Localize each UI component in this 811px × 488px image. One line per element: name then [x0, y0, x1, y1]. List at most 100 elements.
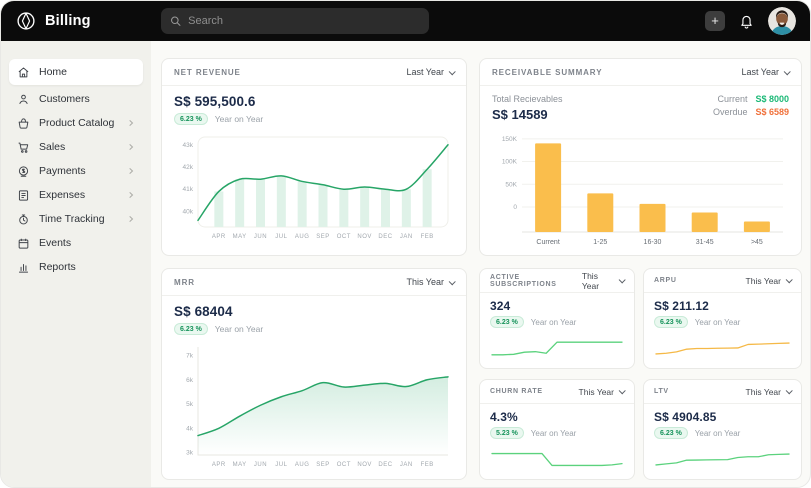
sidebar-item-payments[interactable]: Payments: [9, 159, 143, 183]
svg-text:50K: 50K: [505, 181, 517, 188]
arpu-value: S$ 211.12: [654, 299, 791, 313]
svg-text:OCT: OCT: [337, 462, 351, 468]
svg-text:DEC: DEC: [378, 462, 392, 468]
chevron-right-icon: [127, 143, 135, 151]
yoy-badge: 6.23 %: [654, 316, 688, 328]
period-dropdown[interactable]: This Year: [746, 387, 791, 397]
topbar: Billing +: [1, 1, 810, 41]
svg-text:DEC: DEC: [378, 234, 392, 240]
period-dropdown[interactable]: Last Year: [406, 67, 454, 77]
svg-text:3k: 3k: [186, 450, 194, 457]
svg-text:0: 0: [513, 204, 517, 211]
svg-text:SEP: SEP: [316, 234, 330, 240]
sidebar-item-reports[interactable]: Reports: [9, 255, 143, 279]
yoy-caption: Year on Year: [215, 114, 263, 124]
churn-rate-sparkline: [490, 446, 624, 472]
chevron-right-icon: [127, 191, 135, 199]
receivable-legend: Current S$ 8000 Overdue S$ 6589: [713, 94, 789, 117]
billing-logo-icon: [15, 10, 37, 32]
sidebar-item-home[interactable]: Home: [9, 59, 143, 85]
period-dropdown[interactable]: This Year: [406, 277, 454, 287]
calendar-icon: [17, 237, 30, 250]
sidebar-item-label: Payments: [39, 165, 86, 177]
sidebar-item-label: Home: [39, 66, 67, 78]
yoy-badge: 5.23 %: [490, 427, 524, 439]
total-receivables-label: Total Recievables: [492, 94, 563, 104]
user-avatar[interactable]: [768, 7, 796, 35]
svg-text:APR: APR: [212, 234, 226, 240]
svg-text:>45: >45: [751, 239, 763, 246]
sidebar-item-label: Sales: [39, 141, 65, 153]
svg-text:JAN: JAN: [400, 462, 413, 468]
churn-rate-value: 4.3%: [490, 410, 624, 424]
card-receivable-summary: RECEIVABLE SUMMARY Last Year Total Recie…: [479, 58, 802, 256]
period-dropdown[interactable]: This Year: [579, 387, 624, 397]
svg-text:MAY: MAY: [233, 234, 247, 240]
sidebar: Home Customers Product Catalog Sales Pay…: [1, 41, 151, 488]
main-content: NET REVENUE Last Year S$ 595,500.6 6.23 …: [151, 41, 811, 488]
svg-text:JUL: JUL: [275, 234, 287, 240]
svg-text:43k: 43k: [183, 142, 194, 149]
svg-text:FEB: FEB: [421, 234, 434, 240]
chevron-down-icon: [619, 276, 626, 283]
card-active-subscriptions: ACTIVE SUBSCRIPTIONS This Year 324 6.23 …: [479, 268, 635, 369]
period-dropdown[interactable]: This Year: [582, 271, 624, 291]
svg-text:Current: Current: [536, 239, 559, 246]
chevron-down-icon: [786, 387, 793, 394]
chevron-right-icon: [127, 167, 135, 175]
receivable-bar-chart: 150K100K50K0Current1-2516-3031-45>45: [492, 126, 789, 248]
sidebar-item-customers[interactable]: Customers: [9, 87, 143, 111]
svg-text:SEP: SEP: [316, 462, 330, 468]
card-churn-rate: CHURN RATE This Year 4.3% 5.23 % Year on…: [479, 379, 635, 480]
sidebar-item-events[interactable]: Events: [9, 231, 143, 255]
legend-value-current: S$ 8000: [755, 94, 789, 104]
svg-text:JUN: JUN: [254, 234, 267, 240]
chevron-down-icon: [449, 68, 456, 75]
search-bar[interactable]: [161, 8, 429, 34]
svg-text:NOV: NOV: [357, 234, 372, 240]
notifications-bell-icon[interactable]: [738, 13, 755, 30]
legend-label-overdue: Overdue: [713, 107, 748, 117]
card-title: ACTIVE SUBSCRIPTIONS: [490, 274, 582, 288]
stopwatch-icon: [17, 213, 30, 226]
basket-icon: [17, 117, 30, 130]
sidebar-item-expenses[interactable]: Expenses: [9, 183, 143, 207]
card-title: ARPU: [654, 277, 677, 284]
card-ltv: LTV This Year S$ 4904.85 6.23 % Year on …: [643, 379, 802, 480]
search-icon: [170, 15, 181, 27]
sidebar-item-label: Reports: [39, 261, 76, 273]
sidebar-item-sales[interactable]: Sales: [9, 135, 143, 159]
search-input[interactable]: [188, 15, 420, 27]
svg-text:100K: 100K: [502, 159, 518, 166]
card-title: MRR: [174, 278, 195, 287]
period-dropdown[interactable]: Last Year: [741, 67, 789, 77]
add-button[interactable]: +: [705, 11, 725, 31]
customers-icon: [17, 93, 30, 106]
chevron-down-icon: [619, 387, 626, 394]
yoy-caption: Year on Year: [531, 318, 577, 327]
yoy-badge: 6.23 %: [654, 427, 688, 439]
app-window: Billing +: [0, 0, 811, 488]
mrr-chart: 7k6k5k4k3kAPRMAYJUNJULAUGSEPOCTNOVDECJAN…: [174, 343, 454, 469]
card-title: RECEIVABLE SUMMARY: [492, 68, 602, 77]
brand-title: Billing: [45, 13, 91, 29]
card-title: CHURN RATE: [490, 388, 543, 395]
card-mrr: MRR This Year S$ 68404 6.23 % Year on Ye…: [161, 268, 467, 480]
svg-text:NOV: NOV: [357, 462, 372, 468]
svg-text:FEB: FEB: [421, 462, 434, 468]
period-dropdown[interactable]: This Year: [746, 276, 791, 286]
chevron-down-icon: [449, 278, 456, 285]
sidebar-item-label: Product Catalog: [39, 117, 114, 129]
svg-text:41k: 41k: [183, 186, 194, 193]
card-arpu: ARPU This Year S$ 211.12 6.23 % Year on …: [643, 268, 802, 369]
svg-text:31-45: 31-45: [696, 239, 714, 246]
svg-text:4k: 4k: [186, 425, 194, 432]
card-title: LTV: [654, 388, 669, 395]
svg-text:16-30: 16-30: [644, 239, 662, 246]
svg-text:APR: APR: [212, 462, 226, 468]
total-receivables-value: S$ 14589: [492, 107, 563, 122]
mrr-value: S$ 68404: [174, 304, 454, 319]
sidebar-item-product-catalog[interactable]: Product Catalog: [9, 111, 143, 135]
sidebar-item-time-tracking[interactable]: Time Tracking: [9, 207, 143, 231]
chevron-right-icon: [127, 119, 135, 127]
